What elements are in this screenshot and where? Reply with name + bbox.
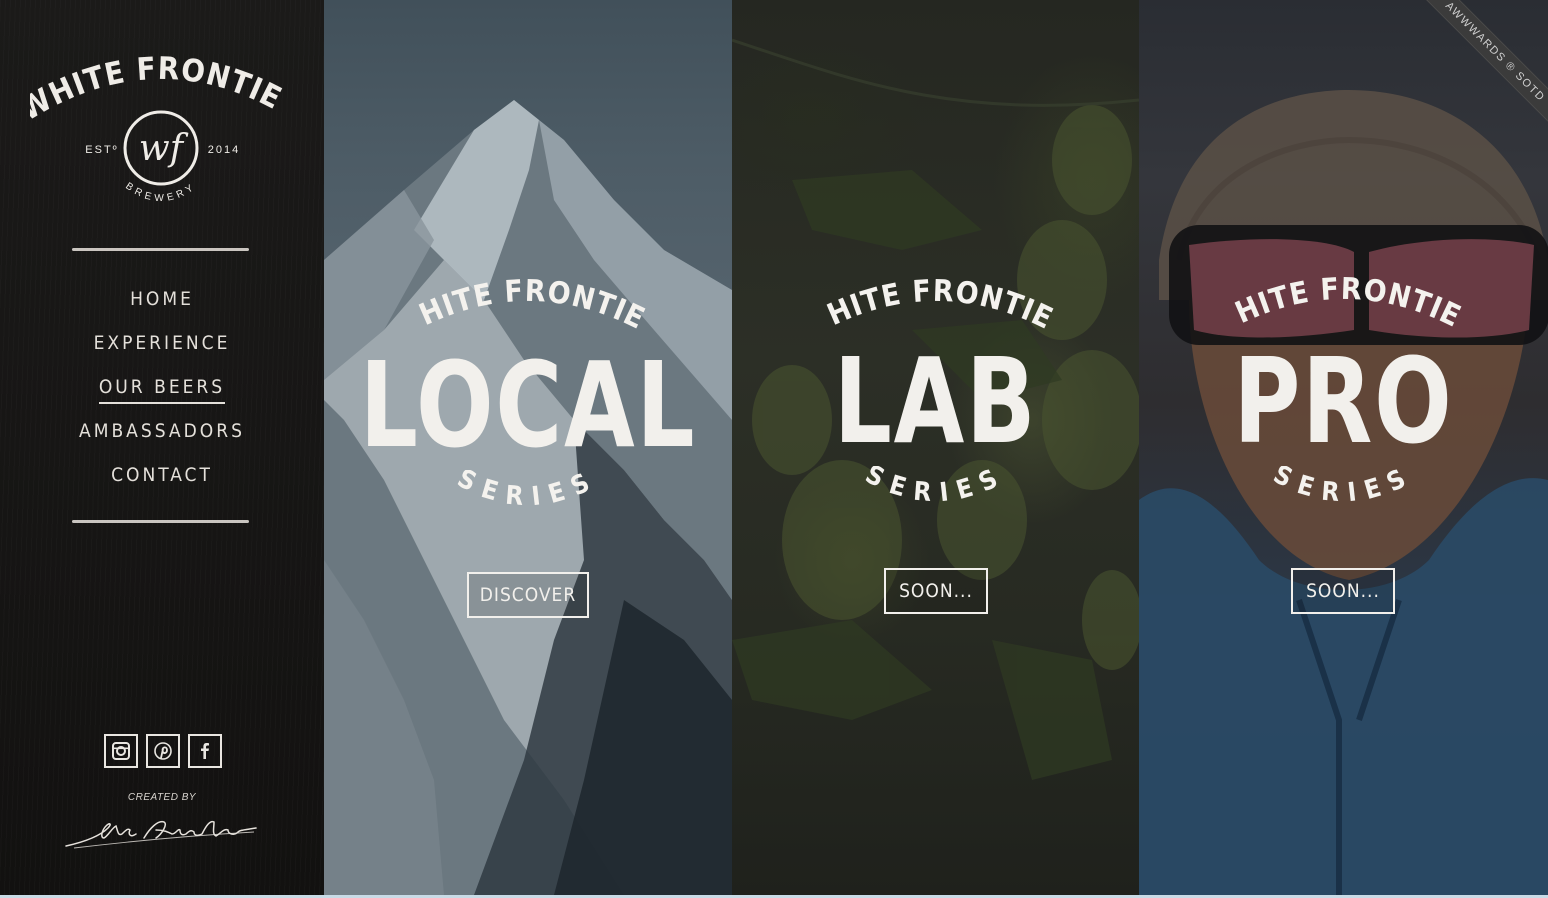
- nav-label: OUR BEERS: [98, 376, 226, 404]
- facebook-icon: [201, 743, 209, 759]
- lab-suffix-text: SERIES: [860, 466, 1001, 509]
- local-suffix-arc: SERIES: [453, 470, 604, 513]
- pro-series-name: PRO: [1233, 332, 1454, 470]
- pro-suffix-text: SERIES: [1268, 466, 1409, 509]
- main-nav: HOME EXPERIENCE OUR BEERS AMBASSADORS CO…: [0, 282, 324, 502]
- nav-item-our-beers[interactable]: OUR BEERS: [98, 370, 226, 414]
- nav-label: HOME: [130, 288, 194, 310]
- logo-year: 2014: [208, 144, 240, 156]
- nav-label: AMBASSADORS: [79, 420, 245, 442]
- pinterest-icon: [154, 742, 172, 760]
- credit-label: CREATED BY: [127, 792, 197, 803]
- pro-brand-arc: WHITE FRONTIER: [1214, 268, 1467, 335]
- local-brand-arc: WHITE FRONTIER: [398, 270, 651, 337]
- panel-local-series[interactable]: WHITE FRONTIER LOCAL SERIES DISCOVER: [324, 0, 732, 895]
- lab-series-title: WHITE FRONTIER LAB SERIES: [732, 270, 1139, 526]
- pro-brand-text: WHITE FRONTIER: [1214, 268, 1466, 335]
- awwwards-ribbon-container: AWWWARDS ® SOTD: [1398, 0, 1548, 150]
- logo-brand-text: WHITE FRONTIER: [14, 24, 287, 128]
- creator-signature[interactable]: [64, 812, 260, 852]
- signature-image: [65, 820, 257, 849]
- logo-emblem: WHITE FRONTIER wf ESTº 2014 BREWERY: [14, 24, 288, 204]
- social-links: [104, 734, 222, 768]
- pro-soon-button[interactable]: SOON...: [1291, 568, 1395, 614]
- panel-lab-series[interactable]: WHITE FRONTIER LAB SERIES SOON...: [732, 0, 1139, 895]
- sidebar: WHITE FRONTIER wf ESTº 2014 BREWERY HOME…: [0, 0, 324, 895]
- brand-logo[interactable]: WHITE FRONTIER wf ESTº 2014 BREWERY: [14, 24, 292, 222]
- instagram-button[interactable]: [104, 734, 138, 768]
- lab-series-name: LAB: [833, 332, 1038, 470]
- lab-brand-text: WHITE FRONTIER: [806, 270, 1058, 337]
- discover-button[interactable]: DISCOVER: [467, 572, 589, 618]
- pro-suffix-arc: SERIES: [1268, 466, 1419, 509]
- page: WHITE FRONTIER wf ESTº 2014 BREWERY HOME…: [0, 0, 1548, 895]
- svg-text:WHITE FRONTIER: WHITE FRONTIER: [30, 52, 288, 128]
- nav-item-experience[interactable]: EXPERIENCE: [94, 326, 231, 370]
- lab-soon-button[interactable]: SOON...: [884, 568, 988, 614]
- pinterest-button[interactable]: [146, 734, 180, 768]
- lab-suffix-arc: SERIES: [860, 466, 1011, 509]
- instagram-icon: [112, 742, 130, 760]
- pro-series-title: WHITE FRONTIER PRO SERIES: [1139, 268, 1548, 526]
- facebook-button[interactable]: [188, 734, 222, 768]
- panel-pro-series[interactable]: WHITE FRONTIER PRO SERIES SOON... AWWWAR…: [1139, 0, 1548, 895]
- nav-item-contact[interactable]: CONTACT: [111, 458, 213, 502]
- nav-label: CONTACT: [111, 464, 213, 486]
- local-series-title: WHITE FRONTIER LOCAL SERIES: [324, 270, 732, 530]
- svg-text:WHITE FRONTIER: WHITE FRONTIER: [398, 270, 651, 337]
- local-suffix-text: SERIES: [453, 470, 594, 513]
- lab-brand-arc: WHITE FRONTIER: [806, 270, 1059, 337]
- svg-text:WHITE FRONTIER: WHITE FRONTIER: [1214, 268, 1467, 335]
- awwwards-ribbon[interactable]: AWWWARDS ® SOTD: [1419, 0, 1548, 128]
- svg-text:SERIES: SERIES: [860, 466, 1011, 509]
- divider-bottom: [72, 520, 249, 523]
- local-series-name: LOCAL: [359, 336, 697, 474]
- nav-item-ambassadors[interactable]: AMBASSADORS: [79, 414, 245, 458]
- nav-item-home[interactable]: HOME: [130, 282, 194, 326]
- logo-est: ESTº: [85, 144, 118, 156]
- local-brand-text: WHITE FRONTIER: [398, 270, 650, 337]
- svg-text:SERIES: SERIES: [1268, 466, 1419, 509]
- divider-top: [72, 248, 249, 251]
- nav-label: EXPERIENCE: [93, 332, 231, 354]
- logo-monogram: wf: [139, 128, 189, 169]
- svg-text:SERIES: SERIES: [453, 470, 604, 513]
- svg-text:WHITE FRONTIER: WHITE FRONTIER: [806, 270, 1059, 337]
